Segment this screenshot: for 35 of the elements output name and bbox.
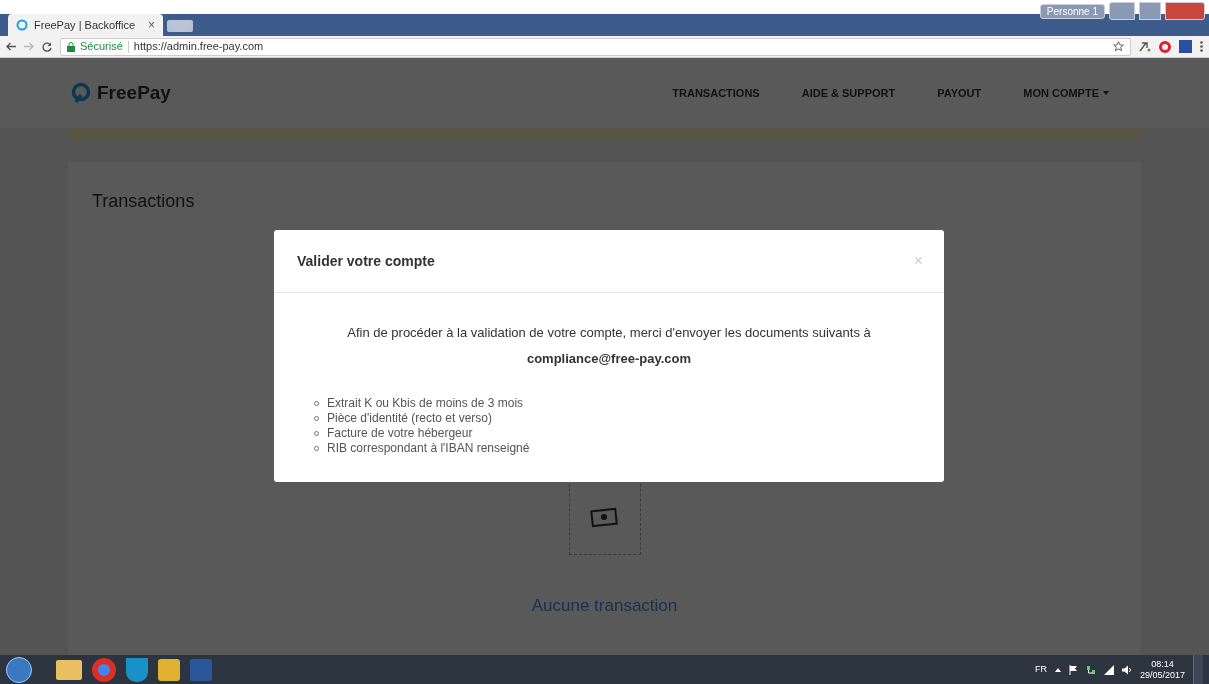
secure-label: Sécurisé: [80, 39, 123, 55]
document-item: Pièce d'identité (recto et verso): [314, 411, 904, 426]
document-item: Facture de votre hébergeur: [314, 426, 904, 441]
banknote-icon: [589, 506, 620, 528]
caret-icon[interactable]: [1103, 91, 1109, 95]
instruction-text: Afin de procéder à la validation de votre compte, merci d'envoyer les documents suivants à: [346, 324, 872, 342]
start-button[interactable]: [6, 656, 32, 683]
tray-arrow-icon[interactable]: [1054, 667, 1061, 672]
clock-date[interactable]: 29/05/2017: [1139, 669, 1185, 681]
empty-state-text: Aucune transaction: [531, 595, 678, 617]
url-text: https://admin.free-pay.com: [133, 39, 264, 55]
lock-icon: [67, 41, 75, 52]
shield-icon[interactable]: [126, 657, 148, 682]
flag-icon[interactable]: [1068, 664, 1078, 675]
card-title: Transactions: [92, 190, 196, 213]
logo-text: FreePay: [97, 80, 171, 105]
document-item: RIB correspondant à l'IBAN renseigné: [314, 441, 904, 456]
browser-tab[interactable]: FreePay | Backoffice ×: [8, 14, 163, 36]
modal-title: Valider votre compte: [297, 251, 435, 271]
language-indicator[interactable]: FR: [1034, 662, 1047, 677]
volume-icon[interactable]: [1121, 664, 1132, 675]
signal-icon[interactable]: [1103, 664, 1114, 675]
logo-icon: [70, 82, 92, 104]
star-icon[interactable]: [1113, 41, 1124, 52]
email-address: compliance@free-pay.com: [525, 349, 693, 368]
network-icon[interactable]: [1085, 664, 1096, 675]
back-icon[interactable]: [6, 42, 16, 51]
reload-icon[interactable]: [42, 41, 52, 52]
document-item: Extrait K ou Kbis de moins de 3 mois: [314, 396, 904, 411]
logo-icon: [16, 19, 28, 31]
clock-time[interactable]: 08:14: [1151, 658, 1174, 670]
close-button[interactable]: [1165, 2, 1205, 20]
tab-close[interactable]: ×: [148, 16, 155, 34]
address-field[interactable]: Sécurisé https://admin.free-pay.com: [60, 37, 1131, 56]
menu-icon[interactable]: [1200, 41, 1203, 52]
